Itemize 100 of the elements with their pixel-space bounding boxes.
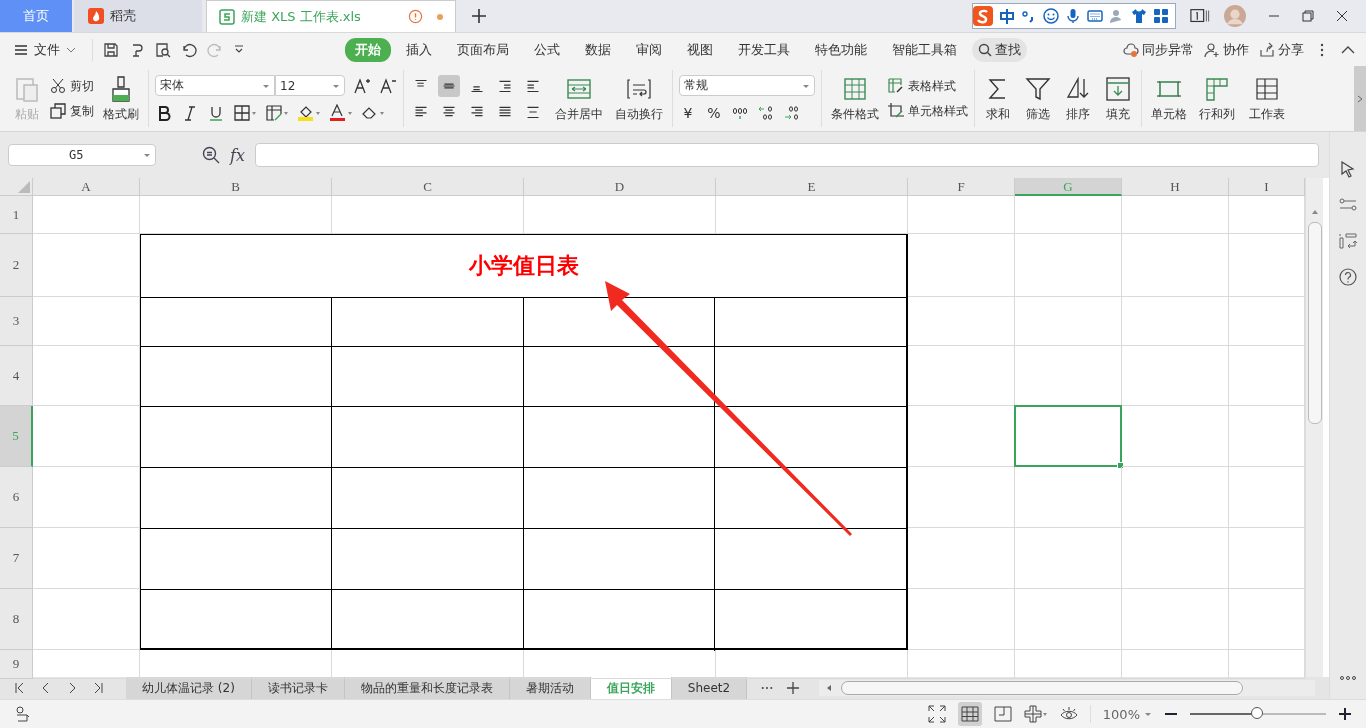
grid-cell[interactable]: [1122, 406, 1229, 467]
grid-cell[interactable]: [1015, 467, 1122, 528]
ribbon-tab[interactable]: 特色功能: [805, 37, 877, 62]
grid-cell[interactable]: [1015, 589, 1122, 650]
rows-columns-button[interactable]: 行和列: [1196, 72, 1238, 125]
first-sheet-icon[interactable]: [14, 682, 26, 694]
column-header[interactable]: H: [1122, 178, 1229, 196]
align-middle-icon[interactable]: [438, 74, 460, 97]
grid-cell[interactable]: [1122, 589, 1229, 650]
fullscreen-icon[interactable]: [927, 705, 946, 723]
copy-button[interactable]: 复制: [50, 102, 94, 120]
ribbon-tab[interactable]: 数据: [575, 37, 621, 62]
ribbon-tab[interactable]: 开发工具: [728, 37, 800, 62]
worksheet-button[interactable]: 工作表: [1244, 72, 1290, 125]
column-header[interactable]: A: [33, 178, 140, 196]
sheet-tab[interactable]: 幼儿体温记录 (2): [126, 677, 252, 699]
grid-cell[interactable]: [1122, 346, 1229, 406]
grid-cell[interactable]: [1122, 528, 1229, 589]
transpose-icon[interactable]: [1339, 232, 1357, 250]
wrap-text-button[interactable]: 自动换行: [612, 72, 666, 125]
row-header[interactable]: 4: [0, 346, 33, 406]
save-icon[interactable]: [103, 41, 119, 58]
table-style-button[interactable]: 表格样式: [888, 77, 968, 95]
cell-button[interactable]: 单元格: [1148, 72, 1190, 125]
grid-cell[interactable]: [1015, 528, 1122, 589]
scroll-thumb[interactable]: [841, 681, 1244, 695]
shrink-font-icon[interactable]: [379, 76, 397, 95]
font-name-dropdown[interactable]: 宋体: [155, 75, 275, 96]
last-sheet-icon[interactable]: [92, 682, 104, 694]
insert-function-button[interactable]: fx: [230, 145, 245, 165]
help-icon[interactable]: [1339, 268, 1357, 286]
collaborate-button[interactable]: 协作: [1204, 40, 1249, 59]
avatar-icon[interactable]: [1224, 5, 1246, 27]
merge-center-button[interactable]: 合并居中: [552, 72, 606, 125]
pointer-icon[interactable]: [1339, 160, 1357, 178]
grid-cell[interactable]: [1122, 196, 1229, 234]
column-header[interactable]: C: [332, 178, 524, 196]
ribbon-tab[interactable]: 页面布局: [447, 37, 519, 62]
grid-cell[interactable]: [1122, 467, 1229, 528]
grid-cell[interactable]: [1122, 234, 1229, 297]
sheet-tab[interactable]: 物品的重量和长度记录表: [344, 677, 510, 699]
grid-cell[interactable]: [1015, 297, 1122, 346]
name-box[interactable]: G5: [8, 144, 156, 166]
scroll-thumb[interactable]: [1307, 222, 1322, 424]
sync-button[interactable]: 同步异常: [1123, 40, 1194, 59]
underline-icon[interactable]: [207, 104, 225, 122]
normal-view-button[interactable]: [957, 702, 982, 726]
currency-button[interactable]: ¥: [679, 105, 697, 121]
fill-button[interactable]: 填充: [1101, 72, 1135, 125]
format-painter-button[interactable]: 格式刷: [100, 72, 142, 125]
percent-button[interactable]: %: [705, 105, 723, 121]
ribbon-tab[interactable]: 审阅: [626, 37, 672, 62]
close-icon[interactable]: [1336, 10, 1348, 22]
cell-format-icon[interactable]: [265, 104, 289, 122]
grid-cell[interactable]: [908, 196, 1015, 234]
sheet-tab[interactable]: Sheet2: [671, 677, 748, 699]
sheet-tab[interactable]: 读书记录卡: [251, 677, 345, 699]
zoom-dropdown[interactable]: 100%: [1102, 706, 1152, 722]
column-header[interactable]: F: [908, 178, 1015, 196]
undo-icon[interactable]: [181, 41, 197, 58]
column-header[interactable]: I: [1229, 178, 1305, 196]
row-header[interactable]: 6: [0, 467, 33, 528]
zoom-slider-thumb[interactable]: [1251, 707, 1263, 719]
ribbon-tab[interactable]: 视图: [677, 37, 723, 62]
grid-cell[interactable]: [1015, 196, 1122, 234]
sum-button[interactable]: 求和: [981, 72, 1015, 125]
row-header[interactable]: 2: [0, 234, 33, 297]
row-header[interactable]: 7: [0, 528, 33, 589]
horizontal-scrollbar[interactable]: [819, 680, 1315, 696]
font-color-icon[interactable]: [329, 104, 353, 122]
sort-button[interactable]: 排序: [1061, 72, 1095, 125]
sheet-tab[interactable]: 暑期活动: [509, 677, 591, 699]
filter-button[interactable]: 筛选: [1021, 72, 1055, 125]
number-format-dropdown[interactable]: 常规: [679, 75, 815, 96]
file-menu[interactable]: 文件: [0, 40, 82, 59]
ribbon-tab[interactable]: 插入: [396, 37, 442, 62]
docer-tab[interactable]: 稻壳: [74, 0, 202, 32]
row-header[interactable]: 3: [0, 297, 33, 346]
add-sheet-icon[interactable]: [787, 682, 800, 694]
grid-cell[interactable]: [1122, 297, 1229, 346]
conditional-format-button[interactable]: 条件格式: [828, 72, 882, 125]
row-header[interactable]: 8: [0, 589, 33, 650]
column-header[interactable]: B: [140, 178, 332, 196]
row-header[interactable]: 1: [0, 196, 33, 234]
grow-font-icon[interactable]: [353, 76, 371, 95]
macro-icon[interactable]: [14, 705, 32, 723]
select-all-corner[interactable]: [0, 178, 33, 196]
share-button[interactable]: 分享: [1259, 40, 1304, 59]
column-header[interactable]: E: [716, 178, 908, 196]
ribbon-tab[interactable]: 公式: [524, 37, 570, 62]
zoom-in-icon[interactable]: [1338, 707, 1352, 721]
formula-input[interactable]: [254, 143, 1319, 167]
search-button[interactable]: 查找: [972, 37, 1027, 62]
grid-cell[interactable]: [1015, 234, 1122, 297]
grid-cell[interactable]: [33, 196, 140, 234]
input-method-toolbar[interactable]: [972, 3, 1176, 29]
row-header[interactable]: 9: [0, 650, 33, 679]
new-tab-icon[interactable]: [472, 9, 486, 23]
page-layout-icon[interactable]: [993, 705, 1012, 723]
column-header[interactable]: D: [524, 178, 716, 196]
